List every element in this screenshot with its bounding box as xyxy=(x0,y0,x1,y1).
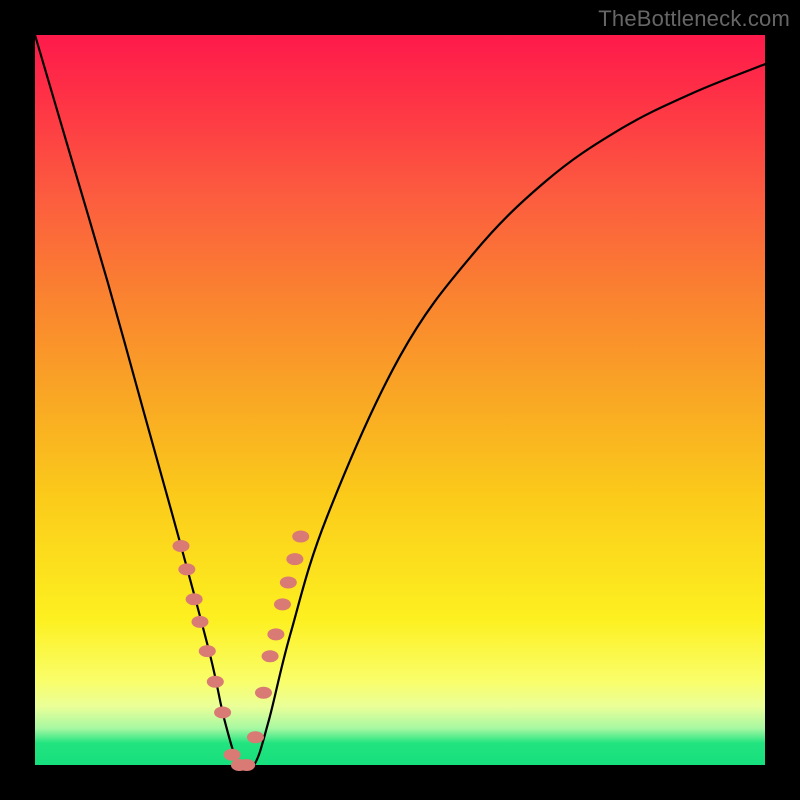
bead xyxy=(286,553,303,565)
bead xyxy=(224,749,241,761)
bottleneck-curve xyxy=(35,35,765,771)
bead xyxy=(207,676,224,688)
highlight-beads xyxy=(173,531,310,771)
bead xyxy=(238,759,255,771)
bead xyxy=(173,540,190,552)
bead xyxy=(186,593,203,605)
bead xyxy=(262,650,279,662)
bead xyxy=(178,563,195,575)
bead xyxy=(199,645,216,657)
bead xyxy=(247,731,264,743)
chart-frame: TheBottleneck.com xyxy=(0,0,800,800)
curve-svg xyxy=(35,35,765,765)
bead xyxy=(274,598,291,610)
bead xyxy=(292,531,309,543)
plot-area xyxy=(35,35,765,765)
bead xyxy=(214,706,231,718)
bead xyxy=(267,628,284,640)
watermark-label: TheBottleneck.com xyxy=(598,6,790,32)
bead xyxy=(191,616,208,628)
bead xyxy=(280,577,297,589)
bead xyxy=(255,687,272,699)
